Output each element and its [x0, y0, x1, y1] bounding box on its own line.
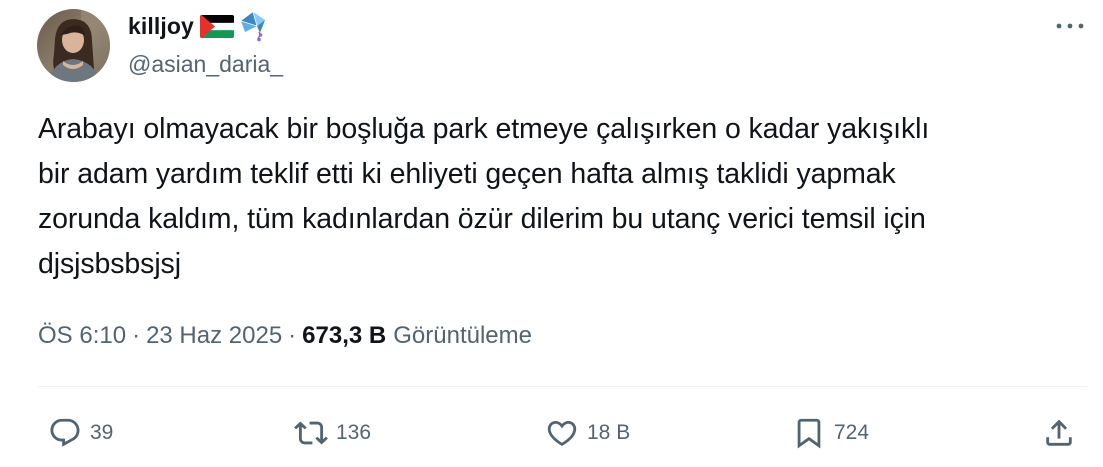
author-handle[interactable]: @asian_daria_: [128, 51, 283, 78]
more-dots-icon: [1056, 23, 1084, 29]
tweet-time[interactable]: ÖS 6:10: [38, 322, 126, 350]
retweet-icon: [294, 421, 328, 445]
palestine-flag-icon: [199, 14, 235, 38]
reply-icon: [50, 418, 80, 447]
author-display-name[interactable]: killjoy: [128, 13, 194, 40]
reply-button[interactable]: 39: [48, 412, 113, 454]
share-icon: [1046, 419, 1072, 446]
kite-icon: [236, 9, 270, 43]
heart-icon: [547, 420, 577, 446]
more-options-button[interactable]: [1050, 14, 1090, 38]
views-label: Görüntüleme: [393, 322, 532, 349]
retweet-button[interactable]: 136: [294, 412, 371, 454]
tweet-meta: ÖS 6:10 · 23 Haz 2025 · 673,3 B Görüntül…: [38, 318, 532, 354]
bookmark-count: 724: [834, 421, 870, 444]
action-bar: 39 136 18 B 724: [0, 412, 1103, 454]
like-count: 18 B: [587, 421, 631, 444]
meta-separator: ·: [132, 322, 141, 349]
share-button[interactable]: [1042, 412, 1076, 454]
tweet-text: Arabayı olmayacak bir boşluğa park etmey…: [38, 113, 930, 280]
tweet-date[interactable]: 23 Haz 2025: [146, 322, 282, 350]
avatar[interactable]: [37, 9, 110, 82]
bookmark-button[interactable]: 724: [792, 412, 869, 454]
avatar-image: [37, 9, 110, 82]
divider: [38, 386, 1087, 387]
meta-separator: ·: [288, 322, 297, 349]
author-name-row: killjoy: [128, 8, 270, 44]
views-count: 673,3 B: [302, 322, 387, 349]
like-button[interactable]: 18 B: [545, 412, 630, 454]
reply-count: 39: [90, 421, 114, 444]
bookmark-icon: [797, 418, 821, 449]
retweet-count: 136: [336, 421, 372, 444]
